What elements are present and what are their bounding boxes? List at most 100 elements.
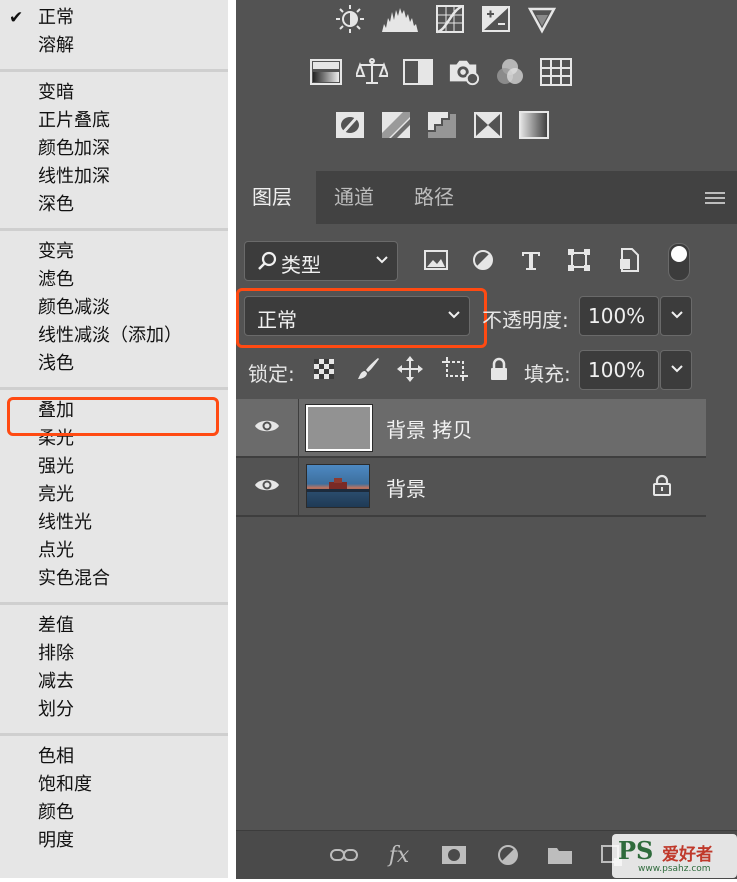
menu-item-divide[interactable]: 划分 [0, 696, 228, 724]
exposure-icon[interactable] [480, 3, 512, 35]
black-white-icon[interactable] [402, 56, 434, 88]
add-mask-icon[interactable] [440, 843, 468, 867]
eye-icon[interactable] [254, 476, 280, 498]
posterize-icon[interactable] [380, 109, 412, 141]
smart-object-filter-icon[interactable] [616, 247, 642, 273]
menu-item-label: 点光 [38, 540, 74, 561]
fill-input[interactable]: 100% [579, 350, 659, 390]
watermark-brand: PS [618, 836, 654, 865]
tab-label: 图层 [252, 185, 292, 209]
menu-item-color-dodge[interactable]: 颜色减淡 [0, 294, 228, 322]
tab-channels[interactable]: 通道 [318, 171, 390, 224]
menu-item-label: 线性光 [38, 512, 92, 533]
opacity-dropdown-button[interactable] [660, 296, 692, 336]
lock-image-pixels-icon[interactable] [355, 356, 381, 382]
layer-row-background-copy[interactable]: 背景 拷贝 [236, 399, 706, 458]
menu-separator [0, 387, 228, 390]
menu-item-hue[interactable]: 色相 [0, 743, 228, 771]
menu-item-color[interactable]: 颜色 [0, 799, 228, 827]
new-adjustment-layer-icon[interactable] [494, 843, 522, 867]
fill-dropdown-button[interactable] [660, 350, 692, 390]
row-divider [298, 458, 299, 515]
threshold-icon[interactable] [426, 109, 458, 141]
chevron-down-icon [670, 307, 684, 326]
lock-artboard-icon[interactable] [442, 356, 468, 382]
menu-item-dissolve[interactable]: 溶解 [0, 32, 228, 60]
tab-paths[interactable]: 路径 [398, 171, 470, 224]
adjustments-panel [236, 0, 737, 158]
shape-filter-icon[interactable] [566, 247, 592, 273]
menu-item-label: 色相 [38, 746, 74, 767]
menu-group-lighten: 变亮 滤色 颜色减淡 线性减淡（添加） 浅色 [0, 234, 228, 384]
blend-mode-menu: ✔ 正常 溶解 变暗 正片叠底 颜色加深 线性加深 深色 变亮 滤色 颜色减淡 … [0, 0, 228, 878]
highlight-box-blend-mode [236, 288, 487, 348]
image-filter-icon[interactable] [423, 247, 449, 273]
lock-all-icon[interactable] [486, 356, 512, 382]
menu-item-label: 变亮 [38, 241, 74, 262]
layer-style-icon[interactable]: fx [385, 843, 413, 868]
menu-item-linear-burn[interactable]: 线性加深 [0, 163, 228, 191]
menu-item-label: 强光 [38, 456, 74, 477]
menu-item-pin-light[interactable]: 点光 [0, 537, 228, 565]
filter-kind-select[interactable]: 类型 [244, 241, 398, 281]
menu-item-hard-light[interactable]: 强光 [0, 453, 228, 481]
panel-menu-icon[interactable] [705, 190, 725, 209]
levels-icon[interactable] [380, 3, 420, 35]
selective-color-icon[interactable] [472, 109, 504, 141]
opacity-input[interactable]: 100% [579, 296, 659, 336]
eye-icon[interactable] [254, 417, 280, 439]
menu-item-vivid-light[interactable]: 亮光 [0, 481, 228, 509]
tab-layers[interactable]: 图层 [236, 171, 316, 224]
layer-thumbnail [306, 464, 370, 508]
menu-item-linear-dodge[interactable]: 线性减淡（添加） [0, 322, 228, 350]
menu-item-label: 正常 [38, 7, 74, 28]
menu-item-hard-mix[interactable]: 实色混合 [0, 565, 228, 593]
vibrance-icon[interactable] [526, 3, 558, 35]
menu-group-normal: ✔ 正常 溶解 [0, 0, 228, 66]
menu-item-label: 实色混合 [38, 568, 110, 589]
menu-item-label: 正片叠底 [38, 110, 110, 131]
filter-toggle-switch[interactable] [668, 243, 690, 281]
menu-item-label: 颜色 [38, 802, 74, 823]
menu-item-darker-color[interactable]: 深色 [0, 191, 228, 219]
menu-item-screen[interactable]: 滤色 [0, 266, 228, 294]
type-filter-icon[interactable] [518, 247, 544, 273]
menu-item-label: 差值 [38, 615, 74, 636]
menu-item-lighten[interactable]: 变亮 [0, 238, 228, 266]
menu-item-exclusion[interactable]: 排除 [0, 640, 228, 668]
curves-icon[interactable] [434, 3, 466, 35]
menu-item-difference[interactable]: 差值 [0, 612, 228, 640]
layer-row-background[interactable]: 背景 [236, 458, 706, 517]
color-lookup-icon[interactable] [540, 56, 572, 88]
photo-filter-icon[interactable] [448, 56, 480, 88]
adjustment-filter-icon[interactable] [470, 247, 496, 273]
channel-mixer-icon[interactable] [494, 56, 526, 88]
menu-item-darken[interactable]: 变暗 [0, 79, 228, 107]
lock-transparent-pixels-icon[interactable] [311, 356, 337, 382]
menu-item-color-burn[interactable]: 颜色加深 [0, 135, 228, 163]
panel-tabs: 图层 通道 路径 [236, 171, 737, 224]
menu-item-label: 饱和度 [38, 774, 92, 795]
menu-item-linear-light[interactable]: 线性光 [0, 509, 228, 537]
layer-list: 背景 拷贝 背景 [236, 399, 706, 517]
lock-position-icon[interactable] [397, 356, 423, 382]
menu-item-multiply[interactable]: 正片叠底 [0, 107, 228, 135]
menu-item-lighter-color[interactable]: 浅色 [0, 350, 228, 378]
hue-saturation-icon[interactable] [310, 56, 342, 88]
menu-separator [0, 228, 228, 231]
invert-icon[interactable] [334, 109, 366, 141]
adjustments-row-2 [310, 56, 572, 88]
new-group-icon[interactable] [546, 843, 574, 867]
menu-item-luminosity[interactable]: 明度 [0, 827, 228, 855]
menu-group-difference: 差值 排除 减去 划分 [0, 608, 228, 730]
color-balance-icon[interactable] [356, 56, 388, 88]
gradient-map-icon[interactable] [518, 109, 550, 141]
menu-item-normal[interactable]: ✔ 正常 [0, 4, 228, 32]
menu-item-saturation[interactable]: 饱和度 [0, 771, 228, 799]
watermark-cn: 爱好者 [662, 845, 713, 865]
link-layers-icon[interactable] [330, 843, 358, 867]
menu-item-subtract[interactable]: 减去 [0, 668, 228, 696]
brightness-contrast-icon[interactable] [334, 3, 366, 35]
menu-item-label: 线性加深 [38, 166, 110, 187]
site-watermark: PS 爱好者 www.psahz.com [612, 834, 737, 878]
